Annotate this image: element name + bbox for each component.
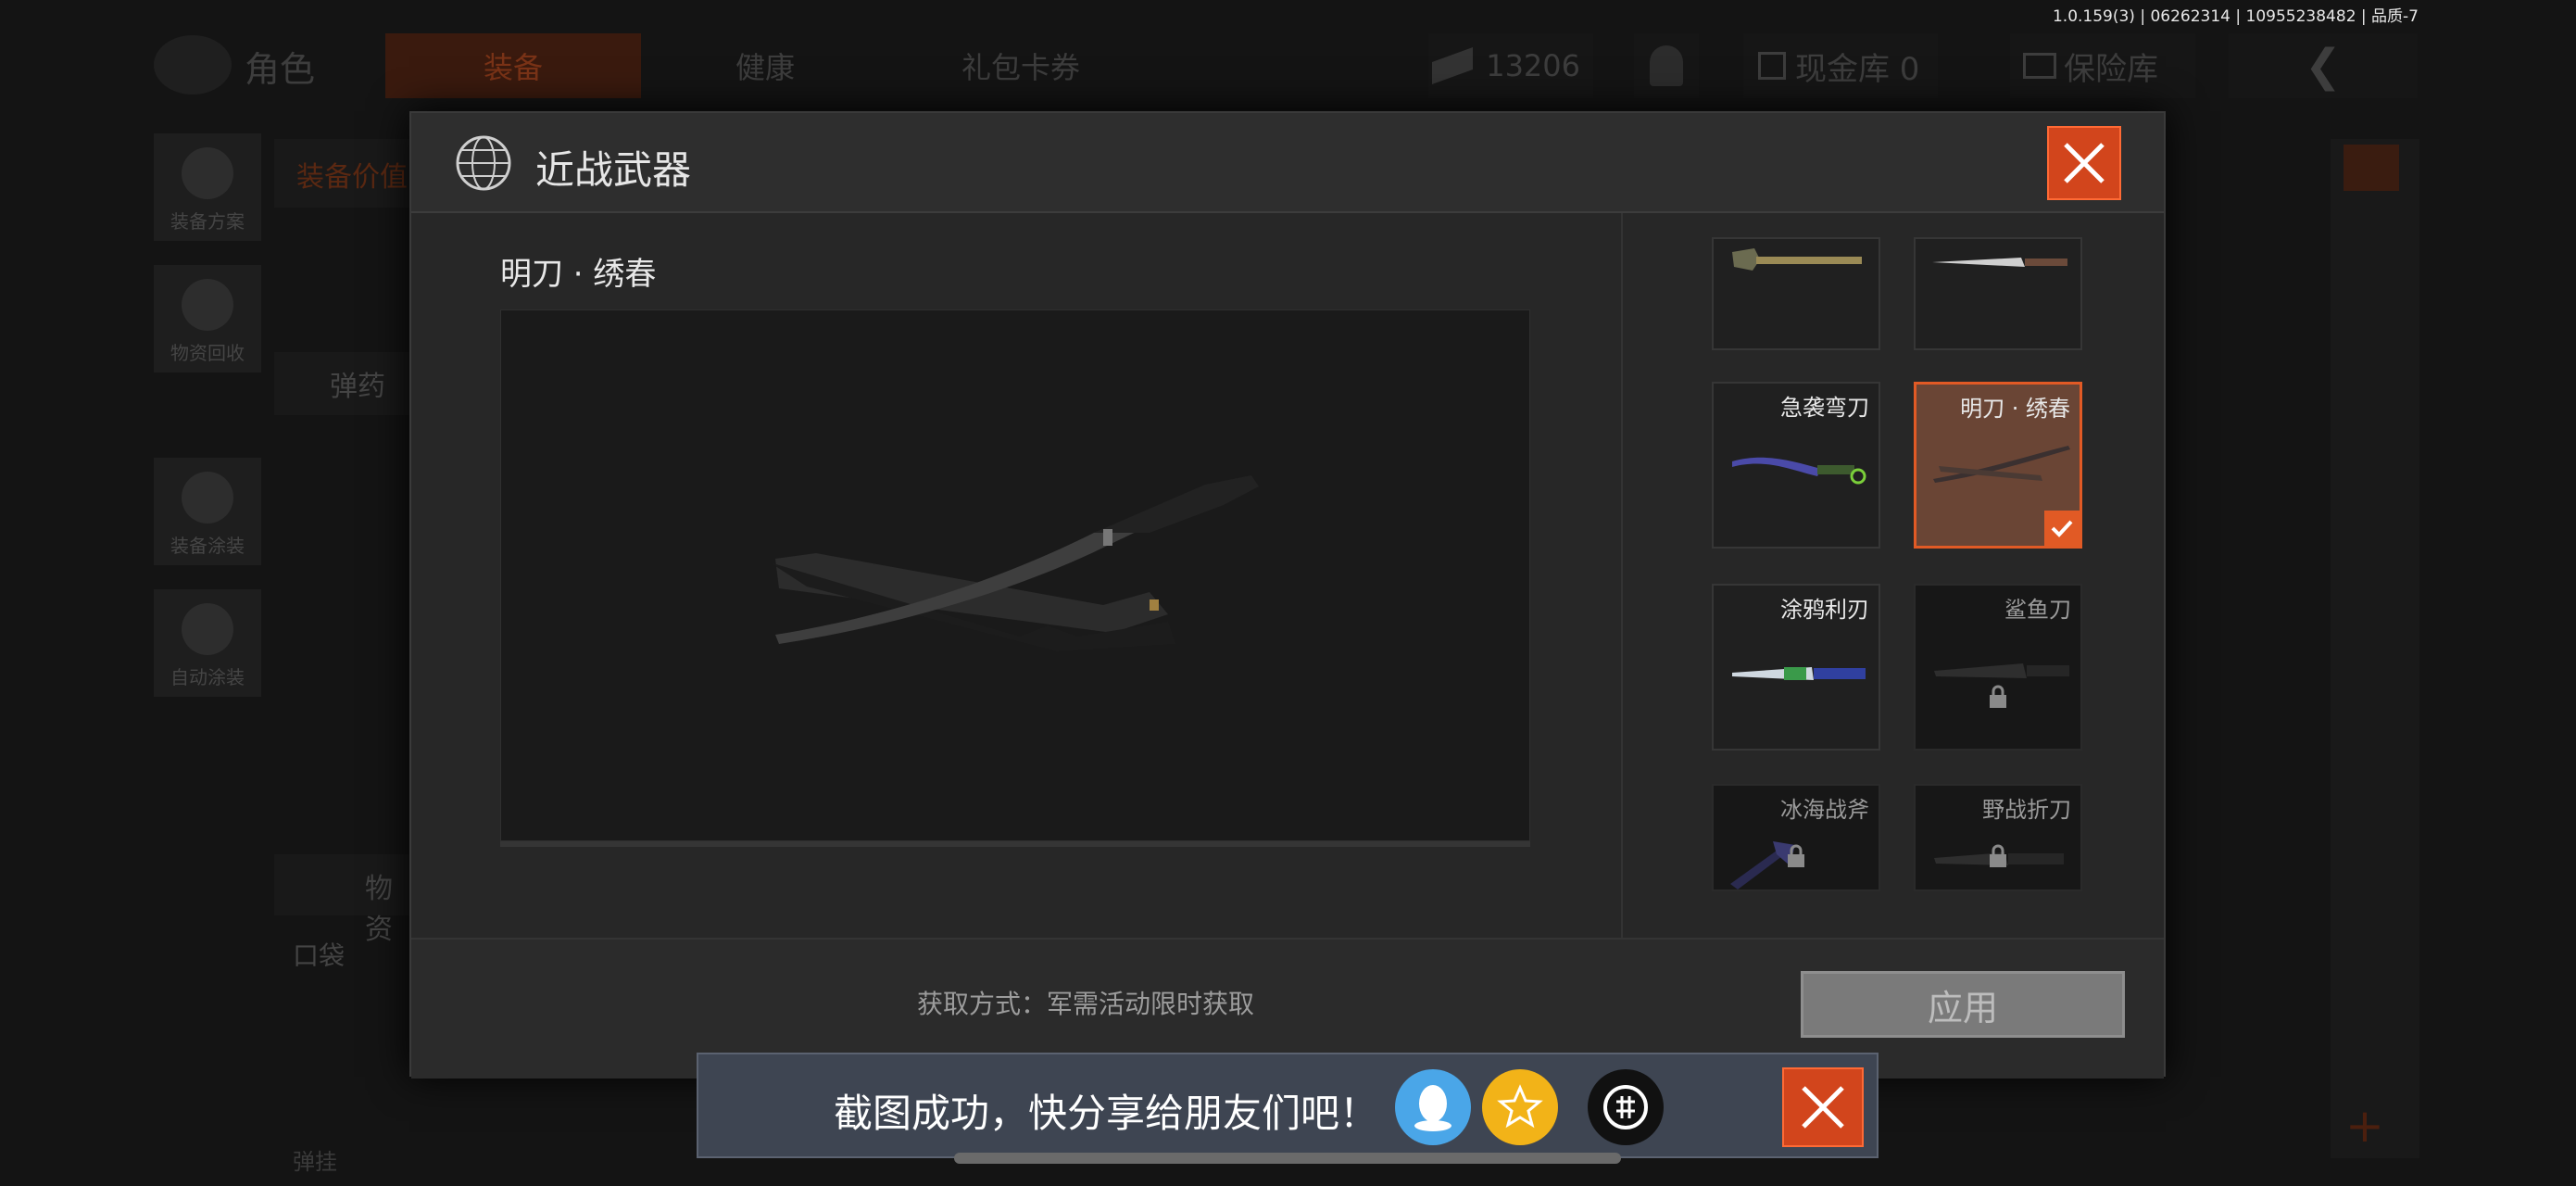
sidebar-equip-plan[interactable]: 装备方案 bbox=[154, 133, 261, 241]
currency-value: 13206 bbox=[1486, 48, 1580, 83]
weapon-slot-ice-sea-axe[interactable]: 冰海战斧 bbox=[1712, 784, 1880, 891]
katana-preview-icon bbox=[770, 475, 1259, 651]
helmet-icon bbox=[182, 147, 233, 199]
apply-button[interactable]: 应用 bbox=[1801, 971, 2125, 1038]
paint-helmet-icon bbox=[182, 472, 233, 524]
right-side-panel bbox=[2331, 139, 2419, 1158]
weapon-slot-shovel[interactable] bbox=[1712, 237, 1880, 350]
cash-icon bbox=[1432, 46, 1474, 85]
cash-vault-button[interactable]: 现金库 0 bbox=[1743, 33, 1938, 98]
sidebar-skins[interactable]: 装备涂装 bbox=[154, 458, 261, 565]
supplies-panel: 物资 bbox=[274, 854, 409, 946]
qzone-icon bbox=[1497, 1084, 1543, 1129]
close-icon bbox=[2064, 143, 2105, 183]
panel-divider bbox=[1621, 213, 1623, 938]
melee-weapon-dialog: 近战武器 明刀 · 绣春 急袭弯刀 明刀 · 绣春 涂鸦利刃 鲨鱼刀 冰海战斧 … bbox=[409, 111, 2166, 1079]
equip-value-panel: 装备价值 bbox=[274, 139, 409, 208]
selected-check-icon bbox=[2044, 511, 2080, 546]
vault-icon bbox=[1758, 52, 1786, 80]
dialog-title: 近战武器 bbox=[535, 147, 692, 193]
home-indicator[interactable] bbox=[954, 1153, 1621, 1164]
safe-box-label: 保险库 bbox=[2064, 50, 2158, 88]
app-share-button[interactable] bbox=[1588, 1069, 1664, 1145]
tab-health[interactable]: 健康 bbox=[735, 33, 795, 98]
slot-label: 冰海战斧 bbox=[1780, 797, 1869, 823]
weapon-slot-graffiti-blade[interactable]: 涂鸦利刃 bbox=[1712, 584, 1880, 751]
slot-label: 鲨鱼刀 bbox=[2004, 597, 2071, 623]
sidebar-label: 自动涂装 bbox=[170, 666, 245, 688]
knife-icon bbox=[1934, 663, 2069, 678]
version-text: 1.0.159(3) | 06262314 | 10955238482 | 品质… bbox=[2052, 7, 2419, 26]
sidebar-auto-skin[interactable]: 自动涂装 bbox=[154, 589, 261, 697]
dialog-header: 近战武器 bbox=[411, 113, 2164, 213]
agent-avatar-button[interactable] bbox=[1634, 33, 1699, 98]
sidebar-label: 装备方案 bbox=[170, 210, 245, 233]
recycle-icon bbox=[182, 279, 233, 331]
weapon-slot-shark-knife[interactable]: 鲨鱼刀 bbox=[1914, 584, 2082, 751]
sidebar-recycle[interactable]: 物资回收 bbox=[154, 265, 261, 372]
cash-vault-label: 现金库 0 bbox=[1795, 50, 1920, 88]
weapon-preview bbox=[500, 309, 1530, 841]
lock-icon bbox=[1990, 685, 2006, 708]
toast-message: 截图成功，快分享给朋友们吧！ bbox=[834, 1091, 1379, 1136]
back-arrow-icon: ❮ bbox=[2304, 40, 2343, 92]
dagger-icon bbox=[1932, 258, 2067, 267]
sidebar-label: 装备涂装 bbox=[170, 535, 245, 557]
lock-icon bbox=[1990, 844, 2006, 868]
shovel-icon bbox=[1732, 248, 1862, 271]
tab-gift-coupons[interactable]: 礼包卡券 bbox=[961, 33, 1080, 98]
toast-close-button[interactable] bbox=[1782, 1067, 1864, 1147]
ammo-panel: 弹药 bbox=[274, 352, 409, 415]
slot-label: 野战折刀 bbox=[1982, 797, 2071, 823]
ammo-label: 弹药 bbox=[330, 371, 385, 403]
pocket-label: 口袋 bbox=[293, 940, 346, 971]
karambit-icon bbox=[1732, 457, 1866, 485]
lock-icon bbox=[1788, 844, 1804, 868]
sidebar-label: 物资回收 bbox=[170, 342, 245, 364]
slot-label: 涂鸦利刃 bbox=[1780, 597, 1869, 623]
selected-item-name: 明刀 · 绣春 bbox=[500, 256, 657, 293]
qzone-share-button[interactable] bbox=[1482, 1069, 1558, 1145]
add-icon[interactable]: + bbox=[2345, 1099, 2384, 1153]
currency-display: 13206 bbox=[1428, 33, 1593, 98]
qq-share-button[interactable] bbox=[1395, 1069, 1471, 1145]
close-icon bbox=[1802, 1086, 1844, 1129]
close-dialog-button[interactable] bbox=[2047, 126, 2121, 200]
qq-icon bbox=[1414, 1085, 1451, 1131]
back-button[interactable]: ❮ bbox=[2229, 33, 2418, 98]
equip-value-label: 装备价值 bbox=[296, 161, 408, 194]
misc-label: 弹挂 bbox=[293, 1149, 337, 1175]
safe-box-button[interactable]: 保险库 bbox=[2010, 33, 2195, 98]
character-icon bbox=[154, 35, 232, 95]
acquire-method-text: 获取方式：军需活动限时获取 bbox=[917, 989, 1255, 1019]
slot-label: 急袭弯刀 bbox=[1780, 395, 1869, 421]
weapon-slot-raid-scimitar[interactable]: 急袭弯刀 bbox=[1712, 382, 1880, 549]
weapon-slot-field-folding-knife[interactable]: 野战折刀 bbox=[1914, 784, 2082, 891]
layers-icon[interactable] bbox=[2344, 145, 2399, 191]
slot-label: 明刀 · 绣春 bbox=[1960, 396, 2070, 422]
app-icon bbox=[1603, 1085, 1648, 1129]
page-title: 角色 bbox=[245, 48, 316, 90]
tab-equipment[interactable]: 装备 bbox=[385, 33, 641, 98]
weapon-slot-dagger[interactable] bbox=[1914, 237, 2082, 350]
weapon-slot-xiuchun[interactable]: 明刀 · 绣春 bbox=[1914, 382, 2082, 549]
supplies-label: 物资 bbox=[365, 873, 393, 946]
safe-icon bbox=[2023, 53, 2056, 79]
preview-scrollbar bbox=[500, 841, 1530, 847]
agent-icon bbox=[1650, 45, 1683, 86]
katana-icon bbox=[1933, 446, 2070, 483]
screenshot-share-toast: 截图成功，快分享给朋友们吧！ bbox=[697, 1053, 1879, 1158]
brush-gear-icon bbox=[182, 603, 233, 655]
blade-icon bbox=[1732, 667, 1866, 680]
globe-icon bbox=[456, 135, 511, 191]
